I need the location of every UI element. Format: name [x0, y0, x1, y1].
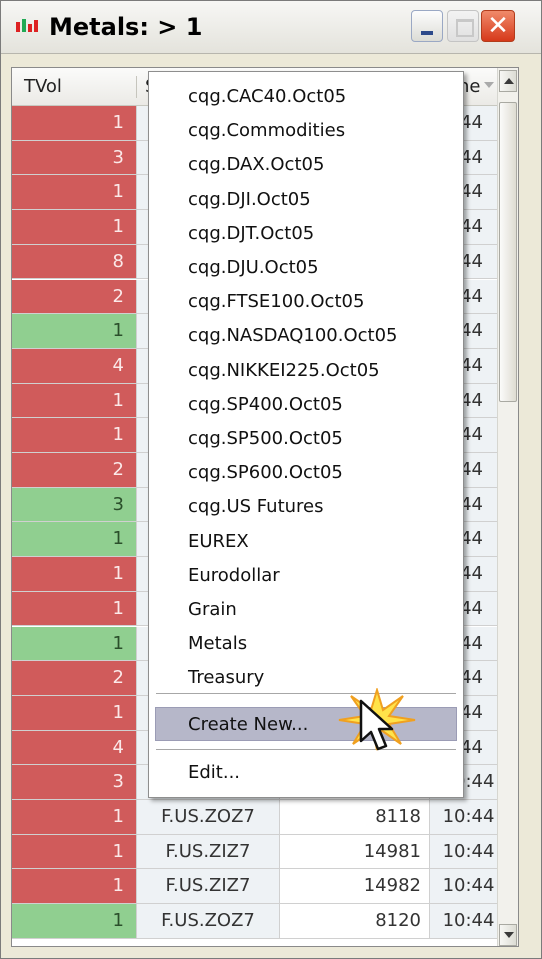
vertical-scrollbar[interactable]: [497, 68, 518, 946]
cell-tvol: 1: [12, 800, 137, 835]
cell-tvol: 1: [12, 869, 137, 905]
scroll-up-icon[interactable]: [499, 70, 517, 92]
cell-tvol: 1: [12, 210, 137, 245]
column-separator[interactable]: [136, 76, 137, 98]
cell-tvol: 1: [12, 314, 137, 349]
cell-tvol: 8: [12, 244, 137, 280]
cell-value: 14981: [280, 834, 430, 870]
window-title: Metals: > 1: [49, 13, 203, 41]
metals-window: Metals: > 1 ✕ TVol Sy ne 1F:443F:441F:44…: [0, 0, 542, 959]
cell-tvol: 1: [12, 591, 137, 627]
app-icon: [16, 19, 38, 32]
cell-tvol: 4: [12, 348, 137, 384]
menu-item[interactable]: cqg.NASDAQ100.Oct05: [149, 319, 463, 353]
scroll-thumb[interactable]: [499, 102, 517, 402]
maximize-icon[interactable]: [447, 10, 479, 42]
menu-item[interactable]: cqg.SP500.Oct05: [149, 422, 463, 456]
menu-item[interactable]: cqg.DJT.Oct05: [149, 217, 463, 251]
menu-item[interactable]: cqg.US Futures: [149, 490, 463, 524]
title-bar[interactable]: Metals: > 1 ✕: [1, 1, 541, 54]
menu-item[interactable]: cqg.SP600.Oct05: [149, 456, 463, 490]
menu-item[interactable]: Metals: [149, 627, 463, 661]
table-row[interactable]: 1 F.US.ZIZ7 14982 10:44: [12, 869, 508, 905]
table-row[interactable]: 1 F.US.ZIZ7 14981 10:44: [12, 834, 508, 870]
menu-item[interactable]: cqg.NIKKEI225.Oct05: [149, 354, 463, 388]
menu-item[interactable]: cqg.DJU.Oct05: [149, 251, 463, 285]
menu-item[interactable]: cqg.Commodities: [149, 114, 463, 148]
menu-item[interactable]: cqg.SP400.Oct05: [149, 388, 463, 422]
menu-item[interactable]: Grain: [149, 593, 463, 627]
cell-symbol: F.US.ZOZ7: [137, 904, 280, 939]
cell-tvol: 3: [12, 765, 137, 800]
cell-value: 14982: [280, 869, 430, 905]
cell-tvol: 1: [12, 626, 137, 662]
cell-tvol: 1: [12, 904, 137, 939]
table-row[interactable]: 1 F.US.ZOZ7 8118 10:44: [12, 800, 508, 835]
minimize-icon[interactable]: [411, 10, 443, 42]
menu-item[interactable]: cqg.FTSE100.Oct05: [149, 285, 463, 319]
sort-arrow-icon: [484, 82, 494, 88]
cell-value: 8120: [280, 904, 430, 939]
cell-tvol: 1: [12, 383, 137, 419]
cell-tvol: 2: [12, 453, 137, 488]
close-icon[interactable]: ✕: [481, 10, 515, 42]
cell-tvol: 4: [12, 730, 137, 766]
cell-tvol: 2: [12, 661, 137, 696]
scroll-down-icon[interactable]: [499, 924, 517, 946]
menu-item[interactable]: cqg.CAC40.Oct05: [149, 80, 463, 114]
cell-tvol: 1: [12, 106, 137, 141]
cell-symbol: F.US.ZIZ7: [137, 834, 280, 870]
cell-tvol: 1: [12, 418, 137, 453]
cell-symbol: F.US.ZIZ7: [137, 869, 280, 905]
menu-item[interactable]: EUREX: [149, 525, 463, 559]
cell-value: 8118: [280, 800, 430, 835]
cell-tvol: 3: [12, 140, 137, 176]
cell-symbol: F.US.ZOZ7: [137, 800, 280, 835]
mouse-cursor-icon: [359, 699, 394, 751]
cell-tvol: 1: [12, 834, 137, 870]
cell-tvol: 1: [12, 522, 137, 558]
menu-item-edit[interactable]: Edit...: [149, 756, 463, 790]
column-header-tvol[interactable]: TVol: [24, 68, 62, 105]
cell-tvol: 3: [12, 487, 137, 523]
cell-tvol: 1: [12, 175, 137, 211]
menu-item[interactable]: cqg.DJI.Oct05: [149, 183, 463, 217]
cell-tvol: 2: [12, 279, 137, 315]
menu-item[interactable]: Eurodollar: [149, 559, 463, 593]
table-row[interactable]: 1 F.US.ZOZ7 8120 10:44: [12, 904, 508, 939]
menu-item[interactable]: cqg.DAX.Oct05: [149, 148, 463, 182]
cell-tvol: 1: [12, 557, 137, 592]
cell-tvol: 1: [12, 695, 137, 731]
